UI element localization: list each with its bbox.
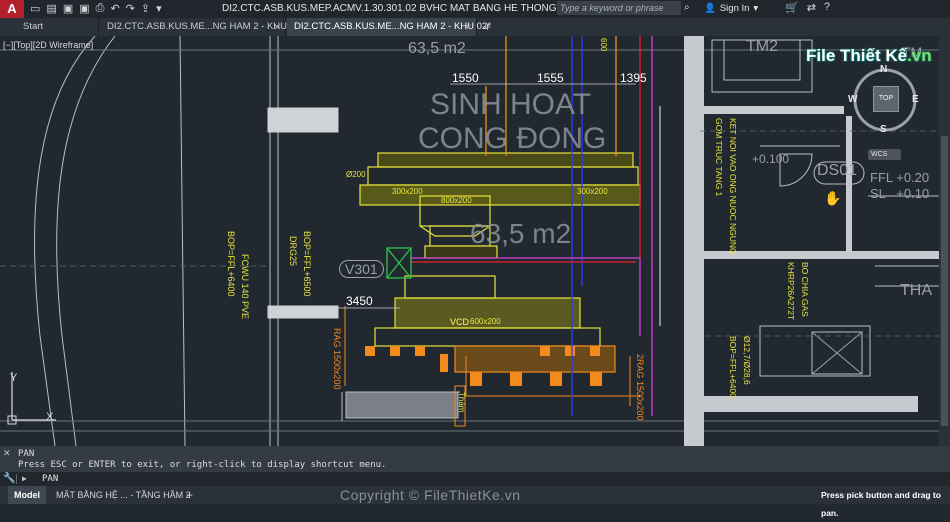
note-bop-1: BOP=FFL+6400	[226, 231, 236, 297]
command-input[interactable]: PAN	[42, 474, 58, 484]
chevron-down-icon: ▾	[753, 3, 759, 14]
vertical-scrollbar[interactable]	[939, 36, 950, 446]
sign-in-label: Sign In	[719, 3, 750, 14]
tab-khu-01[interactable]: DI2.CTC.ASB.KUS.ME...NG HAM 2 - KHU 01* …	[100, 18, 304, 36]
tab-khu-02[interactable]: DI2.CTC.ASB.KUS.ME...NG HAM 2 - KHU 02* …	[287, 18, 491, 36]
level-sl: SL +0.10	[870, 186, 930, 201]
level-label: +0.100	[752, 152, 790, 166]
note-khrp: KHRP26A272T	[786, 262, 796, 321]
command-history: ✕ PAN Press ESC or ENTER to exit, or rig…	[0, 446, 950, 472]
status-hint: Press pick button and drag to pan.	[821, 490, 941, 518]
document-tab-bar: Start DI2.CTC.ASB.KUS.ME...NG HAM 2 - KH…	[0, 18, 950, 36]
dimension-1550: 1550	[452, 71, 479, 85]
pan-hand-cursor-icon: ✋	[824, 190, 842, 206]
sign-in-button[interactable]: 👤 Sign In ▾	[704, 3, 758, 14]
viewcube-west[interactable]: W	[848, 94, 857, 105]
note-600: 600	[599, 38, 608, 52]
user-icon: 👤	[704, 3, 716, 14]
brand-watermark: File Thiết Kế.vn	[806, 46, 932, 66]
dropdown-icon[interactable]: ▾	[156, 2, 162, 15]
brand-suffix: .vn	[907, 46, 932, 65]
area-label-mid: 63,5 m2	[470, 218, 572, 249]
vcd-label: VCD	[450, 317, 470, 327]
note-bo-chia-gas: BO CHIA GAS	[800, 262, 810, 317]
exchange-icon[interactable]: ⇄	[807, 1, 816, 14]
vcd-size: 600x200	[470, 317, 501, 326]
save-icon[interactable]: ▣	[63, 2, 73, 15]
tag-v301: V301	[339, 260, 384, 278]
drawing-viewport[interactable]: [−][Top][2D Wireframe] 63,5 m2 1550 1555…	[0, 36, 950, 446]
viewcube-top-face[interactable]: TOP	[873, 86, 899, 112]
note-gom-truc: GOM TRUC TANG 1	[714, 118, 724, 197]
plot-icon[interactable]: ⎙	[96, 2, 105, 15]
open-icon[interactable]: ▤	[46, 2, 56, 15]
search-input[interactable]: Type a keyword or phrase	[557, 1, 681, 15]
quick-access-toolbar: ▭ ▤ ▣ ▣ ⎙ ↶ ↷ ⇪ ▾	[30, 2, 162, 15]
dimension-3450: 3450	[346, 294, 373, 308]
autocad-logo-icon[interactable]: A	[0, 0, 24, 18]
note-pipe-diameter: Ø12,7/Ø28,6	[742, 336, 752, 385]
save-as-icon[interactable]: ▣	[79, 2, 89, 15]
room-name-line2: CONG ĐONG	[418, 122, 607, 155]
command-recent-icon[interactable]: ▶	[22, 474, 27, 483]
duct-diameter: Ø200	[346, 170, 366, 179]
ucs-y-label: Y	[10, 372, 18, 384]
close-icon[interactable]: ✕	[3, 448, 11, 459]
note-rag-2: 2RAG 1500x200	[635, 354, 645, 421]
note-drg: DRG25	[288, 236, 298, 267]
viewcube-east[interactable]: E	[912, 94, 919, 105]
close-icon[interactable]: ✕	[464, 18, 472, 36]
duct-size-right: 300x200	[577, 187, 608, 196]
wrench-icon[interactable]: 🔧	[3, 473, 15, 484]
ucs-x-label: X	[46, 411, 54, 423]
title-bar: A ▭ ▤ ▣ ▣ ⎙ ↶ ↷ ⇪ ▾ DI2.CTC.ASB.KUS.MEP.…	[0, 0, 950, 18]
duct-size-left: 300x200	[392, 187, 423, 196]
note-rag: RAG 1500x200	[332, 328, 342, 390]
tag-tm2: TM2	[746, 38, 778, 55]
close-icon[interactable]: ✕	[273, 18, 281, 36]
tag-ds01: DS01	[817, 162, 858, 179]
room-name-line1: SINH HOAT	[430, 88, 592, 121]
note-bop-2: BOP=FFL+6500	[302, 231, 312, 297]
tab-start[interactable]: Start	[16, 18, 99, 36]
brand-name: File Thiết Kế	[806, 46, 908, 65]
note-ket-noi: KET NOI VAO ONG NUOC NGUNG	[728, 118, 738, 255]
tab-layout[interactable]: MẶT BẰNG HỆ ... - TẦNG HẦM 2	[50, 486, 197, 504]
note-underfloor: Thảm	[457, 392, 466, 413]
redo-icon[interactable]: ↷	[126, 2, 135, 15]
undo-icon[interactable]: ↶	[110, 2, 119, 15]
room-tha: THA	[900, 282, 932, 299]
dimension-1555: 1555	[537, 71, 564, 85]
level-ffl: FFL +0.20	[870, 170, 930, 185]
viewcube-south[interactable]: S	[880, 124, 887, 135]
viewport-controls-label[interactable]: [−][Top][2D Wireframe]	[3, 40, 93, 50]
binoculars-icon[interactable]: ⌕	[684, 2, 698, 16]
duct-size-mid: 800x200	[441, 196, 472, 205]
new-tab-plus-icon[interactable]: +	[484, 18, 491, 36]
share-icon[interactable]: ⇪	[141, 2, 150, 15]
title-right-tools: 🛒 ⇄ ?	[785, 1, 830, 14]
note-fcu: FCWU 140 PVE	[240, 254, 250, 320]
area-label-top: 63,5 m2	[408, 40, 466, 57]
status-bar: Model MẶT BẰNG HỆ ... - TẦNG HẦM 2 + Cop…	[0, 486, 950, 518]
scrollbar-thumb[interactable]	[941, 136, 948, 426]
command-history-line: PAN	[18, 449, 35, 459]
command-line[interactable]: 🔧 ▶ PAN	[0, 472, 950, 486]
tab-label: DI2.CTC.ASB.KUS.ME...NG HAM 2 - KHU 02*	[294, 21, 491, 32]
new-icon[interactable]: ▭	[30, 2, 40, 15]
tab-model[interactable]: Model	[8, 486, 46, 504]
add-layout-plus-icon[interactable]: +	[186, 486, 193, 504]
dimension-1395: 1395	[620, 71, 647, 85]
wcs-menu[interactable]: WCS	[868, 149, 901, 160]
note-bop-3: BOP=FFL+6400	[728, 336, 738, 398]
separator	[16, 474, 17, 484]
copyright-watermark: Copyright © FileThietKe.vn	[340, 487, 521, 503]
help-icon[interactable]: ?	[824, 1, 830, 14]
cart-icon[interactable]: 🛒	[785, 1, 799, 14]
command-history-line: Press ESC or ENTER to exit, or right-cli…	[18, 460, 387, 470]
